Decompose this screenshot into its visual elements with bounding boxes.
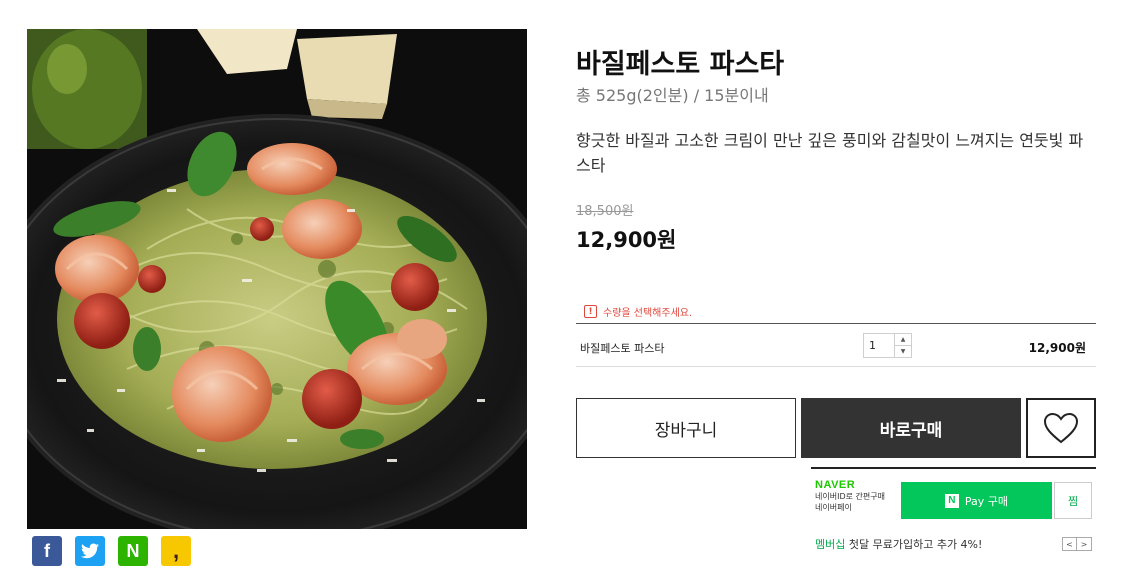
- product-image: [27, 29, 527, 529]
- share-buttons: f N ,: [32, 536, 191, 566]
- option-name: 바질페스토 파스타: [580, 342, 665, 355]
- facebook-share-icon[interactable]: f: [32, 536, 62, 566]
- promo-nav: < >: [1062, 537, 1092, 551]
- naver-pay-brand: NAVER 네이버ID로 간편구매 네이버페이: [815, 479, 901, 513]
- warning-text: 수량을 선택해주세요.: [603, 308, 693, 319]
- promo-next-button[interactable]: >: [1077, 537, 1092, 551]
- option-price: 12,900원: [1028, 341, 1086, 355]
- quantity-stepper: ▲ ▼: [863, 333, 912, 358]
- quantity-input[interactable]: [864, 334, 894, 357]
- naver-share-icon[interactable]: N: [118, 536, 148, 566]
- heart-icon: [1043, 412, 1079, 444]
- naver-n-icon: N: [944, 493, 959, 508]
- naver-pay-box: NAVER 네이버ID로 간편구매 네이버페이 N Pay 구매 찜 멤버십 첫…: [811, 467, 1096, 564]
- kakaostory-share-icon[interactable]: ,: [161, 536, 191, 566]
- naver-zzim-button[interactable]: 찜: [1054, 482, 1092, 519]
- sale-price: 12,900원: [576, 228, 677, 252]
- membership-label: 멤버십: [815, 538, 846, 551]
- warning-icon: !: [584, 305, 597, 318]
- naver-membership-promo[interactable]: 멤버십 첫달 무료가입하고 추가 4%!: [815, 536, 982, 552]
- naver-pay-line1: 네이버ID로 간편구매: [815, 492, 885, 501]
- wishlist-button[interactable]: [1026, 398, 1096, 458]
- product-subtitle: 총 525g(2인분) / 15분이내: [576, 86, 769, 105]
- buy-now-button[interactable]: 바로구매: [801, 398, 1021, 458]
- membership-text: 첫달 무료가입하고 추가 4%!: [845, 538, 983, 551]
- selected-option-row: 바질페스토 파스타 ▲ ▼ 12,900원: [576, 323, 1096, 367]
- naver-pay-label: Pay 구매: [964, 494, 1009, 508]
- naver-logo: NAVER: [815, 479, 856, 491]
- original-price: 18,500원: [576, 204, 634, 219]
- quantity-warning: ! 수량을 선택해주세요.: [584, 304, 692, 319]
- add-to-cart-button[interactable]: 장바구니: [576, 398, 796, 458]
- quantity-down-button[interactable]: ▼: [895, 346, 911, 357]
- twitter-share-icon[interactable]: [75, 536, 105, 566]
- promo-prev-button[interactable]: <: [1062, 537, 1077, 551]
- twitter-bird-icon: [81, 543, 99, 559]
- quantity-steps: ▲ ▼: [894, 334, 911, 357]
- product-title: 바질페스토 파스타: [576, 49, 785, 80]
- pasta-photo: [27, 29, 527, 529]
- product-description: 향긋한 바질과 고소한 크림이 만난 깊은 풍미와 감칠맛이 느껴지는 연둣빛 …: [576, 131, 1084, 175]
- quantity-up-button[interactable]: ▲: [895, 334, 911, 346]
- naver-pay-line2: 네이버페이: [815, 503, 852, 512]
- naver-pay-button[interactable]: N Pay 구매: [901, 482, 1052, 519]
